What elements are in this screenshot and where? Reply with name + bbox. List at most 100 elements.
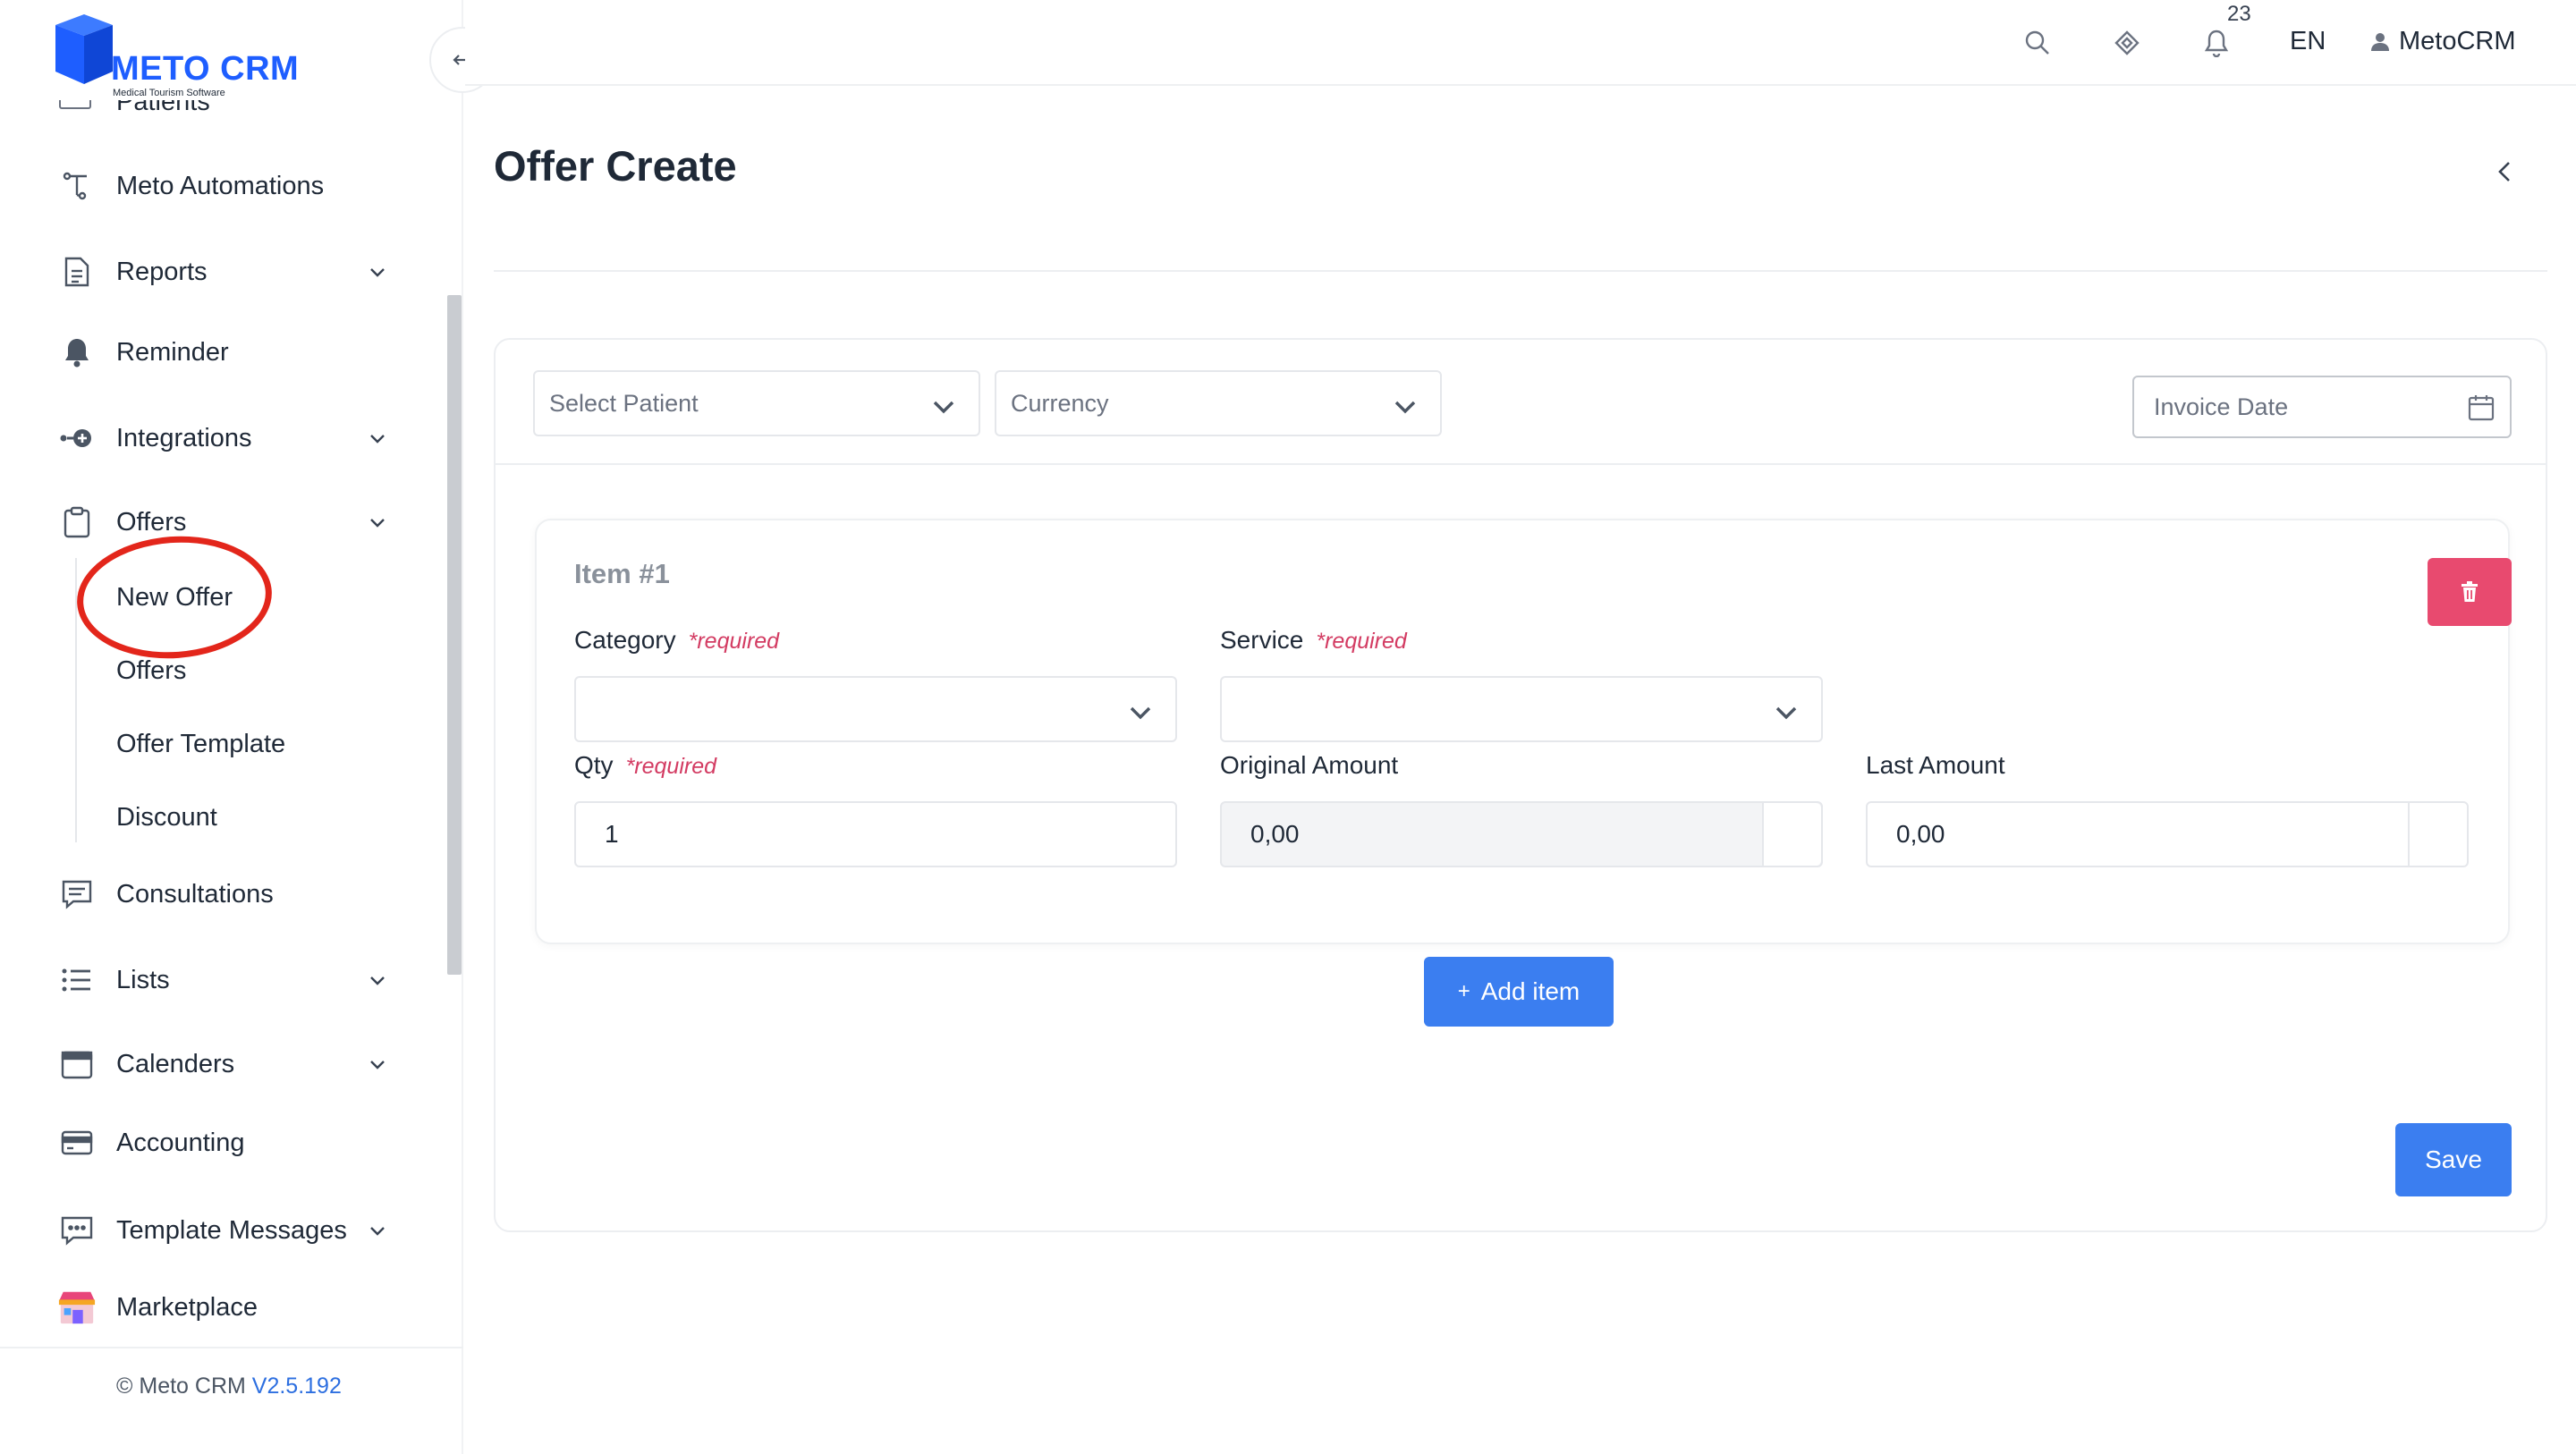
offer-item-card: Item #1 Category *required Service *requir… bbox=[535, 519, 2512, 944]
delete-item-button[interactable] bbox=[2428, 558, 2512, 626]
service-label: Service *required bbox=[1220, 626, 1407, 655]
sidebar-item-label: Consultations bbox=[116, 879, 274, 909]
sidebar-item-integrations[interactable]: Integrations bbox=[57, 411, 388, 465]
patient-select-placeholder: Select Patient bbox=[549, 389, 699, 417]
submenu-item-offer-template[interactable]: Offer Template bbox=[116, 730, 285, 759]
brand-name: METO CRM bbox=[111, 50, 300, 88]
card-icon bbox=[57, 1123, 97, 1162]
sidebar-item-label: Patients bbox=[116, 100, 210, 116]
chevron-down-icon bbox=[370, 1227, 385, 1236]
save-button[interactable]: Save bbox=[2395, 1123, 2512, 1196]
sidebar-footer-divider bbox=[0, 1347, 463, 1348]
invoice-date-placeholder: Invoice Date bbox=[2154, 393, 2289, 420]
calendar-icon bbox=[57, 1044, 97, 1084]
qty-input[interactable]: 1 bbox=[574, 801, 1177, 867]
brand-tagline: Medical Tourism Software bbox=[113, 88, 225, 98]
add-item-label: Add item bbox=[1480, 977, 1580, 1005]
chevron-down-icon bbox=[370, 976, 385, 985]
diamond-icon[interactable] bbox=[2109, 25, 2145, 61]
sidebar-item-meto-automations[interactable]: Meto Automations bbox=[57, 159, 388, 213]
automation-icon bbox=[57, 166, 97, 206]
language-selector[interactable]: EN bbox=[2290, 27, 2326, 56]
required-hint: *required bbox=[1316, 629, 1407, 654]
search-icon[interactable] bbox=[2020, 25, 2055, 61]
sidebar-item-template-messages[interactable]: Template Messages bbox=[57, 1204, 388, 1257]
submenu-item-offers[interactable]: Offers bbox=[116, 656, 186, 686]
sidebar: METO CRM Medical Tourism Software Patien… bbox=[0, 0, 463, 1454]
invoice-date-input[interactable]: Invoice Date bbox=[2132, 376, 2512, 438]
last-amount-addon bbox=[2408, 803, 2467, 866]
chevron-down-icon bbox=[1130, 706, 1151, 720]
title-divider bbox=[494, 270, 2547, 272]
last-amount-label: Last Amount bbox=[1866, 751, 2005, 779]
currency-select-placeholder: Currency bbox=[1011, 389, 1109, 417]
category-label: Category *required bbox=[574, 626, 779, 655]
last-amount-input[interactable]: 0,00 bbox=[1866, 801, 2469, 867]
add-item-button[interactable]: + Add item bbox=[1424, 957, 1614, 1027]
user-name: MetoCRM bbox=[2399, 27, 2516, 55]
version-link[interactable]: V2.5.192 bbox=[252, 1374, 342, 1399]
sidebar-scrollbar[interactable] bbox=[447, 295, 462, 975]
sidebar-item-label: Marketplace bbox=[116, 1292, 258, 1322]
sidebar-item-label: Lists bbox=[116, 965, 170, 994]
currency-select[interactable]: Currency bbox=[995, 370, 1442, 436]
last-amount-value: 0,00 bbox=[1896, 820, 1945, 848]
qty-label-text: Qty bbox=[574, 751, 614, 779]
qty-value: 1 bbox=[605, 820, 619, 848]
chevron-left-icon bbox=[2498, 162, 2510, 182]
plus-icon: + bbox=[1457, 979, 1470, 1003]
store-icon bbox=[57, 1288, 97, 1327]
sidebar-item-label: Calenders bbox=[116, 1049, 235, 1078]
back-button[interactable] bbox=[2487, 154, 2522, 190]
chevron-down-icon bbox=[370, 1061, 385, 1069]
chevron-down-icon bbox=[370, 268, 385, 277]
sidebar-item-marketplace[interactable]: Marketplace bbox=[57, 1281, 388, 1334]
notification-bell-icon[interactable] bbox=[2199, 25, 2234, 61]
sidebar-item-reports[interactable]: Reports bbox=[57, 245, 388, 299]
plug-icon bbox=[57, 418, 97, 458]
sidebar-item-consultations[interactable]: Consultations bbox=[57, 867, 388, 921]
notification-count-badge: 23 bbox=[2227, 2, 2251, 26]
copyright-text: © Meto CRM bbox=[116, 1374, 246, 1399]
sidebar-item-accounting[interactable]: Accounting bbox=[57, 1116, 388, 1170]
chevron-down-icon bbox=[1394, 401, 1416, 414]
required-hint: *required bbox=[625, 754, 717, 779]
sidebar-item-patients-partial[interactable]: Patients bbox=[59, 100, 399, 122]
sidebar-item-label: Integrations bbox=[116, 423, 252, 452]
offer-form-card: Select Patient Currency Invoice Date Ite… bbox=[494, 338, 2547, 1232]
calendar-icon[interactable] bbox=[2467, 393, 2496, 422]
submenu-item-discount[interactable]: Discount bbox=[116, 803, 217, 833]
message-icon bbox=[57, 1211, 97, 1250]
submenu-guide-line bbox=[75, 558, 77, 842]
patient-select[interactable]: Select Patient bbox=[533, 370, 980, 436]
sidebar-item-label: Reminder bbox=[116, 337, 229, 367]
original-amount-value: 0,00 bbox=[1250, 820, 1300, 848]
chevron-down-icon bbox=[370, 519, 385, 528]
sidebar-item-label: Template Messages bbox=[116, 1215, 347, 1245]
chevron-down-icon bbox=[370, 435, 385, 444]
chat-icon bbox=[57, 875, 97, 914]
service-select[interactable] bbox=[1220, 676, 1823, 742]
sidebar-item-label: Meto Automations bbox=[116, 171, 325, 200]
item-title: Item #1 bbox=[574, 558, 670, 589]
sidebar-item-offers[interactable]: Offers bbox=[57, 495, 388, 549]
card-header-divider bbox=[496, 463, 2546, 465]
users-icon bbox=[59, 100, 91, 109]
category-select[interactable] bbox=[574, 676, 1177, 742]
required-hint: *required bbox=[688, 629, 780, 654]
service-label-text: Service bbox=[1220, 626, 1304, 654]
submenu-item-new-offer[interactable]: New Offer bbox=[116, 583, 233, 613]
logo[interactable]: METO CRM Medical Tourism Software bbox=[50, 13, 318, 98]
sidebar-item-lists[interactable]: Lists bbox=[57, 953, 388, 1007]
clipboard-icon bbox=[57, 503, 97, 542]
trash-icon bbox=[2462, 581, 2478, 602]
chevron-down-icon bbox=[1775, 706, 1797, 720]
sidebar-item-reminder[interactable]: Reminder bbox=[57, 325, 388, 379]
original-amount-input: 0,00 bbox=[1220, 801, 1823, 867]
sidebar-item-calenders[interactable]: Calenders bbox=[57, 1037, 388, 1091]
original-amount-addon bbox=[1762, 803, 1821, 866]
qty-label: Qty *required bbox=[574, 751, 716, 780]
sidebar-item-label: Accounting bbox=[116, 1128, 245, 1157]
sidebar-footer: © Meto CRM V2.5.192 bbox=[116, 1374, 342, 1399]
user-menu[interactable]: MetoCRM bbox=[2370, 27, 2516, 56]
